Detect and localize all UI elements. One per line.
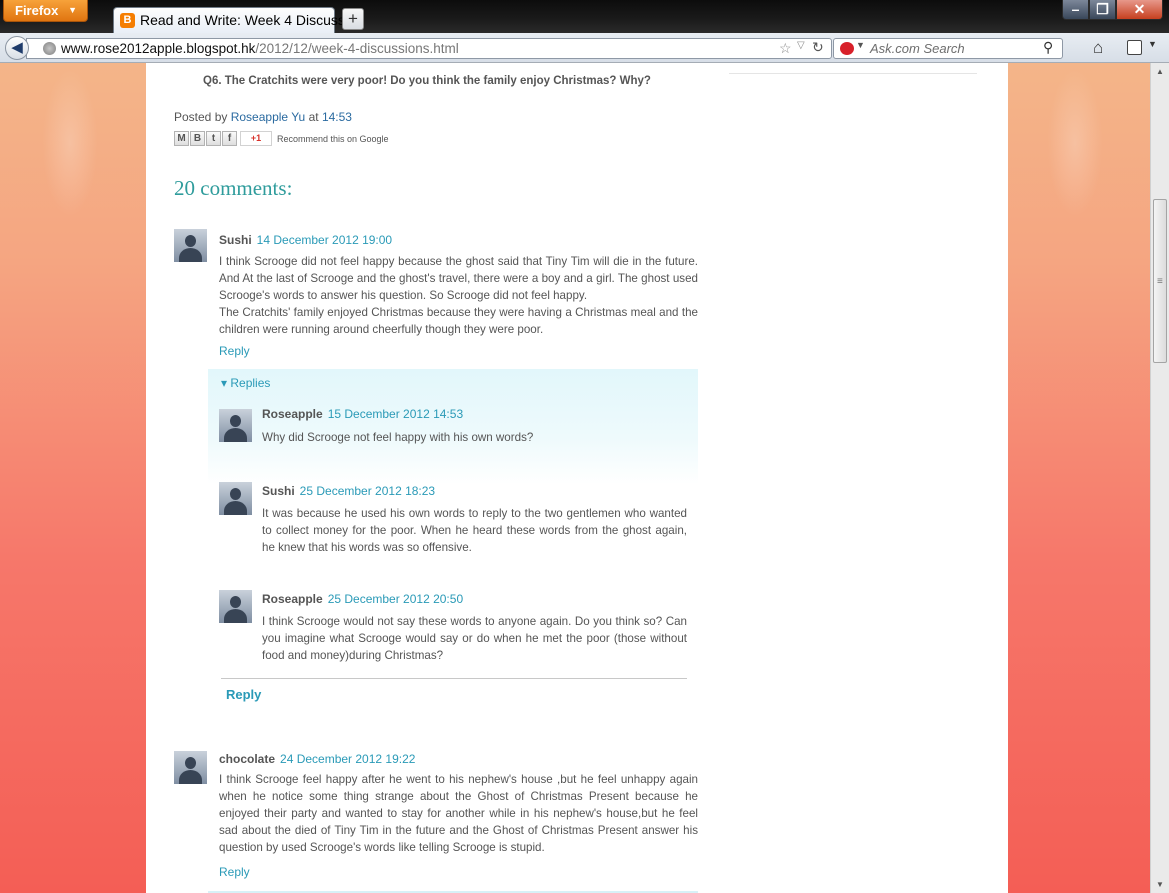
reload-icon[interactable]: ↻ [812,39,824,56]
scroll-down-icon[interactable]: ▼ [1151,876,1169,893]
scrollbar-thumb[interactable]: ≡ [1153,199,1167,363]
reply-date[interactable]: 15 December 2012 14:53 [328,407,463,421]
reply-date[interactable]: 25 December 2012 18:23 [300,484,435,498]
sidebar-divider [729,73,977,74]
comment-header: chocolate 24 December 2012 19:22 [219,752,415,766]
twitter-share-icon[interactable]: t [206,131,221,146]
avatar[interactable] [219,590,252,623]
search-placeholder: Ask.com Search [870,41,965,56]
blog-this-icon[interactable]: B [190,131,205,146]
window-controls: – ❐ ✕ [1062,0,1163,21]
blog-content: Q6. The Cratchits were very poor! Do you… [146,63,1008,893]
url-text: www.rose2012apple.blogspot.hk/2012/12/we… [61,41,459,56]
bookmarks-dropdown-icon[interactable]: ▼ [1148,39,1157,49]
reply-author[interactable]: Roseapple [262,592,323,606]
browser-tab[interactable]: B Read and Write: Week 4 Discuss... [113,7,357,34]
reply-link[interactable]: Reply [219,865,250,879]
background-ornament [1045,63,1105,223]
reply-author[interactable]: Sushi [262,484,295,498]
background-ornament [40,63,100,223]
reply-header: Roseapple 25 December 2012 20:50 [262,592,463,606]
firefox-menu-button[interactable]: Firefox ▼ [3,0,88,22]
scroll-up-icon[interactable]: ▲ [1151,63,1169,80]
replies-label: Replies [230,376,271,390]
replies-thread [208,369,698,484]
comment-paragraph: I think Scrooge feel happy after he went… [219,773,698,854]
minimize-icon[interactable]: – [1062,0,1089,20]
post-question: Q6. The Cratchits were very poor! Do you… [203,75,651,87]
comment-date[interactable]: 14 December 2012 19:00 [257,233,392,247]
triangle-down-icon: ▾ [221,376,231,390]
home-icon[interactable]: ⌂ [1093,38,1103,58]
reply-body: Why did Scrooge not feel happy with his … [262,431,534,444]
comment-body: I think Scrooge feel happy after he went… [219,771,698,856]
url-domain: www.rose2012apple.blogspot.hk [61,41,256,56]
thread-divider [221,678,687,679]
avatar[interactable] [219,482,252,515]
reply-body: It was because he used his own words to … [262,507,687,554]
reply-header: Sushi 25 December 2012 18:23 [262,484,435,498]
maximize-icon[interactable]: ❐ [1089,0,1116,20]
ask-logo-icon[interactable] [840,42,854,55]
comment-date[interactable]: 24 December 2012 19:22 [280,752,415,766]
back-arrow-icon: ◀ [11,39,23,56]
plus-one-label: +1 [250,133,262,143]
navigation-toolbar: www.rose2012apple.blogspot.hk/2012/12/we… [0,33,1169,63]
share-buttons: M B t f +1 Recommend this on Google [174,131,389,146]
at-label: at [308,110,319,124]
search-box[interactable]: ▼ Ask.com Search ⚲ [833,38,1063,59]
avatar[interactable] [219,409,252,442]
replies-toggle[interactable]: ▾ Replies [221,376,270,390]
address-bar[interactable]: www.rose2012apple.blogspot.hk/2012/12/we… [26,38,832,59]
bookmark-star-icon[interactable]: ☆ [779,40,792,57]
avatar[interactable] [174,751,207,784]
site-identity-icon[interactable] [43,42,56,55]
reply-author[interactable]: Roseapple [262,407,323,421]
comment-author[interactable]: Sushi [219,233,252,247]
comments-heading: 20 comments: [174,176,293,200]
blogger-favicon-icon: B [120,13,135,28]
url-path: /2012/12/week-4-discussions.html [255,41,459,56]
search-icon[interactable]: ⚲ [1043,39,1053,56]
avatar[interactable] [174,229,207,262]
google-plus-one-button[interactable]: +1 [240,131,272,146]
reply-link[interactable]: Reply [219,344,250,358]
comment-paragraph: I think Scrooge did not feel happy becau… [219,255,698,302]
comment-paragraph: The Cratchits' family enjoyed Christmas … [219,306,698,336]
reply-body: I think Scrooge would not say these word… [262,615,687,662]
tab-title: Read and Write: Week 4 Discuss... [140,12,357,28]
new-tab-button[interactable]: + [342,8,364,30]
grip-icon: ≡ [1157,276,1163,287]
bookmarks-icon[interactable] [1127,40,1142,55]
post-footer: Posted by Roseapple Yu at 14:53 [174,110,352,124]
thread-reply-button[interactable]: Reply [226,687,261,702]
firefox-label: Firefox [15,3,59,18]
title-bar: Firefox ▼ B Read and Write: Week 4 Discus… [0,0,1169,34]
search-engine-dropdown-icon[interactable]: ▼ [856,40,865,50]
email-share-icon[interactable]: M [174,131,189,146]
author-link[interactable]: Roseapple Yu [231,110,306,124]
reply-date[interactable]: 25 December 2012 20:50 [328,592,463,606]
facebook-share-icon[interactable]: f [222,131,237,146]
vertical-scrollbar[interactable]: ▲ ≡ ▼ [1150,63,1169,893]
recommend-text: Recommend this on Google [277,133,389,144]
post-time-link[interactable]: 14:53 [322,110,352,124]
posted-by-label: Posted by [174,110,228,124]
reply-header: Roseapple 15 December 2012 14:53 [262,407,463,421]
close-icon[interactable]: ✕ [1116,0,1163,20]
back-button[interactable]: ◀ [5,36,29,60]
comment-body: I think Scrooge did not feel happy becau… [219,253,698,338]
comment-author[interactable]: chocolate [219,752,275,766]
history-dropdown-icon[interactable]: ▽ [797,40,805,51]
chevron-down-icon: ▼ [68,5,77,15]
comment-header: Sushi 14 December 2012 19:00 [219,233,392,247]
page-viewport: Q6. The Cratchits were very poor! Do you… [0,63,1150,893]
